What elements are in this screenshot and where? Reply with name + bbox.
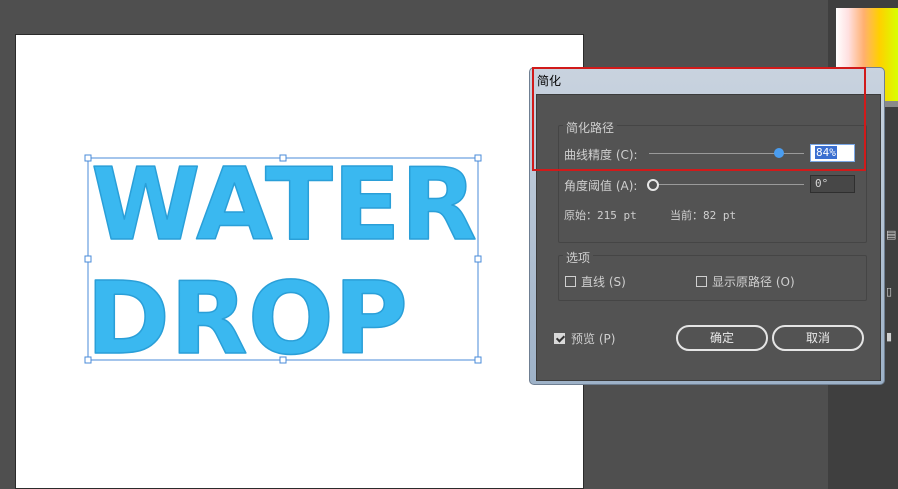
panel-icon-a[interactable]: ▤: [886, 228, 896, 241]
angle-threshold-field[interactable]: 0°: [810, 175, 855, 193]
handle-bottom-right: [474, 356, 482, 364]
angle-threshold-label: 角度阈值 (A):: [564, 179, 638, 193]
straight-lines-checkbox[interactable]: [565, 276, 576, 287]
angle-threshold-slider-track[interactable]: [649, 184, 804, 185]
original-points-label: 原始：215 pt: [564, 209, 637, 222]
panel-icon-b[interactable]: ▯: [886, 285, 892, 298]
annotation-highlight-box: [532, 67, 866, 171]
preview-checkbox[interactable]: [554, 333, 565, 344]
preview-label[interactable]: 预览 (P): [571, 330, 615, 347]
angle-threshold-slider-handle[interactable]: [647, 179, 659, 191]
panel-icon-c[interactable]: ▮: [886, 330, 892, 343]
show-original-checkbox[interactable]: [696, 276, 707, 287]
options-legend: 选项: [563, 249, 594, 266]
straight-lines-label[interactable]: 直线 (S): [581, 273, 626, 290]
artwork-line-2: DROP: [86, 260, 408, 377]
current-points-label: 当前：82 pt: [670, 209, 737, 222]
artwork-line-1: WATER: [91, 146, 477, 263]
cancel-button[interactable]: 取消: [772, 325, 864, 351]
ok-button[interactable]: 确定: [676, 325, 768, 351]
artboard[interactable]: WATER DROP: [15, 34, 584, 489]
show-original-label[interactable]: 显示原路径 (O): [712, 273, 795, 290]
artwork-canvas[interactable]: WATER DROP: [16, 35, 583, 488]
